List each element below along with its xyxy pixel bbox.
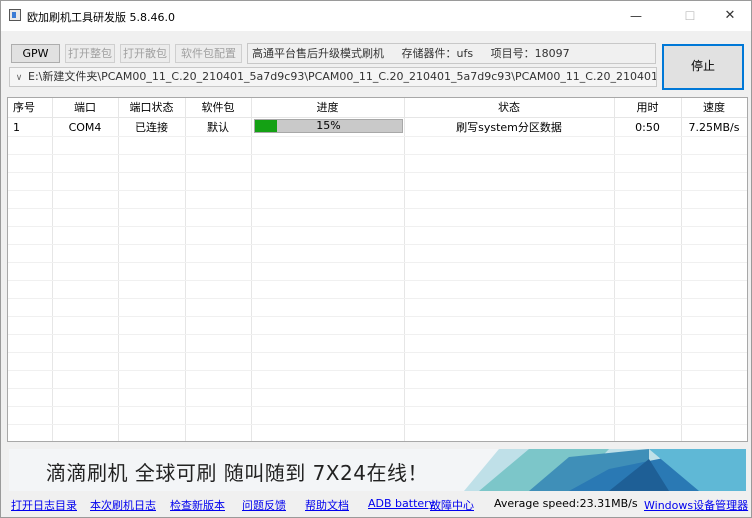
gpw-button[interactable]: GPW: [11, 44, 60, 63]
row-package: 默认: [207, 121, 229, 134]
device-manager-link[interactable]: Windows设备管理器: [644, 497, 748, 513]
open-split-package-button[interactable]: 打开散包: [120, 44, 170, 63]
row-divider: [8, 208, 747, 209]
row-divider: [8, 334, 747, 335]
header-package[interactable]: 软件包: [185, 99, 251, 117]
adb-battery-link[interactable]: ADB battery: [368, 497, 435, 510]
row-divider: [8, 190, 747, 191]
column-divider: [404, 98, 405, 441]
open-log-folder-link[interactable]: 打开日志目录: [11, 497, 77, 513]
chevron-down-icon[interactable]: ∨: [10, 69, 28, 86]
column-divider: [251, 98, 252, 441]
header-index[interactable]: 序号: [8, 99, 43, 117]
title-bar: 欧加刷机工具研发版 5.8.46.0 — ☐ ✕: [1, 1, 751, 31]
row-speed: 7.25MB/s: [688, 121, 740, 134]
storage-type-text: 存储器件：ufs: [401, 47, 474, 60]
row-divider: [8, 244, 747, 245]
row-divider: [8, 262, 747, 263]
header-speed[interactable]: 速度: [681, 99, 747, 117]
package-path-text: E:\新建文件夹\PCAM00_11_C.20_210401_5a7d9c93\…: [28, 70, 656, 83]
close-button[interactable]: ✕: [707, 1, 752, 31]
ad-banner[interactable]: 滴滴刷机 全球可刷 随叫随到 7X24在线！: [9, 449, 746, 491]
current-log-link[interactable]: 本次刷机日志: [90, 497, 156, 513]
column-divider: [118, 98, 119, 441]
package-path-field[interactable]: ∨ E:\新建文件夹\PCAM00_11_C.20_210401_5a7d9c93…: [9, 67, 657, 87]
feedback-link[interactable]: 问题反馈: [242, 497, 286, 513]
row-divider: [8, 172, 747, 173]
footer-bar: 打开日志目录 本次刷机日志 检查新版本 问题反馈 帮助文档 ADB batter…: [1, 495, 751, 515]
project-number-text: 项目号：18097: [490, 47, 570, 60]
app-icon: [9, 9, 21, 21]
header-status[interactable]: 状态: [404, 99, 614, 117]
row-port-status: 已连接: [135, 121, 168, 134]
open-full-package-button[interactable]: 打开整包: [65, 44, 115, 63]
column-divider: [681, 98, 682, 441]
row-divider: [8, 388, 747, 389]
row-divider: [8, 406, 747, 407]
row-divider: [8, 424, 747, 425]
column-divider: [185, 98, 186, 441]
row-index: 1: [13, 121, 20, 134]
fault-center-link[interactable]: 故障中心: [430, 497, 474, 513]
header-port-status[interactable]: 端口状态: [118, 99, 185, 117]
row-divider: [8, 352, 747, 353]
toolbar: GPW 打开整包 打开散包 软件包配置 高通平台售后升级模式刷机 存储器件：uf…: [1, 31, 751, 93]
row-divider: [8, 370, 747, 371]
flash-mode-text: 高通平台售后升级模式刷机: [252, 47, 384, 60]
check-update-link[interactable]: 检查新版本: [170, 497, 225, 513]
column-divider: [614, 98, 615, 441]
help-docs-link[interactable]: 帮助文档: [305, 497, 349, 513]
header-elapsed[interactable]: 用时: [614, 99, 681, 117]
row-port: COM4: [68, 121, 102, 134]
header-port[interactable]: 端口: [52, 99, 118, 117]
column-divider: [52, 98, 53, 441]
average-speed-text: Average speed:23.31MB/s: [494, 497, 638, 510]
row-divider: [8, 154, 747, 155]
package-config-button[interactable]: 软件包配置: [175, 44, 242, 63]
stop-button[interactable]: 停止: [662, 44, 744, 90]
row-status: 刷写system分区数据: [456, 121, 562, 134]
row-divider: [8, 226, 747, 227]
banner-text: 滴滴刷机 全球可刷 随叫随到 7X24在线！: [46, 461, 428, 485]
minimize-button[interactable]: —: [613, 1, 659, 31]
header-progress[interactable]: 进度: [251, 99, 404, 117]
row-divider: [8, 280, 747, 281]
row-divider: [8, 316, 747, 317]
progress-text: 15%: [316, 119, 341, 132]
app-window: 欧加刷机工具研发版 5.8.46.0 — ☐ ✕ GPW 打开整包 打开散包 软…: [0, 0, 752, 518]
row-elapsed: 0:50: [635, 121, 660, 134]
row-divider: [8, 298, 747, 299]
flash-info-box: 高通平台售后升级模式刷机 存储器件：ufs 项目号：18097: [247, 43, 656, 64]
device-table: 序号 端口 端口状态 软件包 进度 状态 用时 速度 1 COM4 已连接 默认…: [7, 97, 748, 442]
progress-bar: 15%: [254, 119, 403, 133]
window-title: 欧加刷机工具研发版 5.8.46.0: [27, 11, 175, 24]
